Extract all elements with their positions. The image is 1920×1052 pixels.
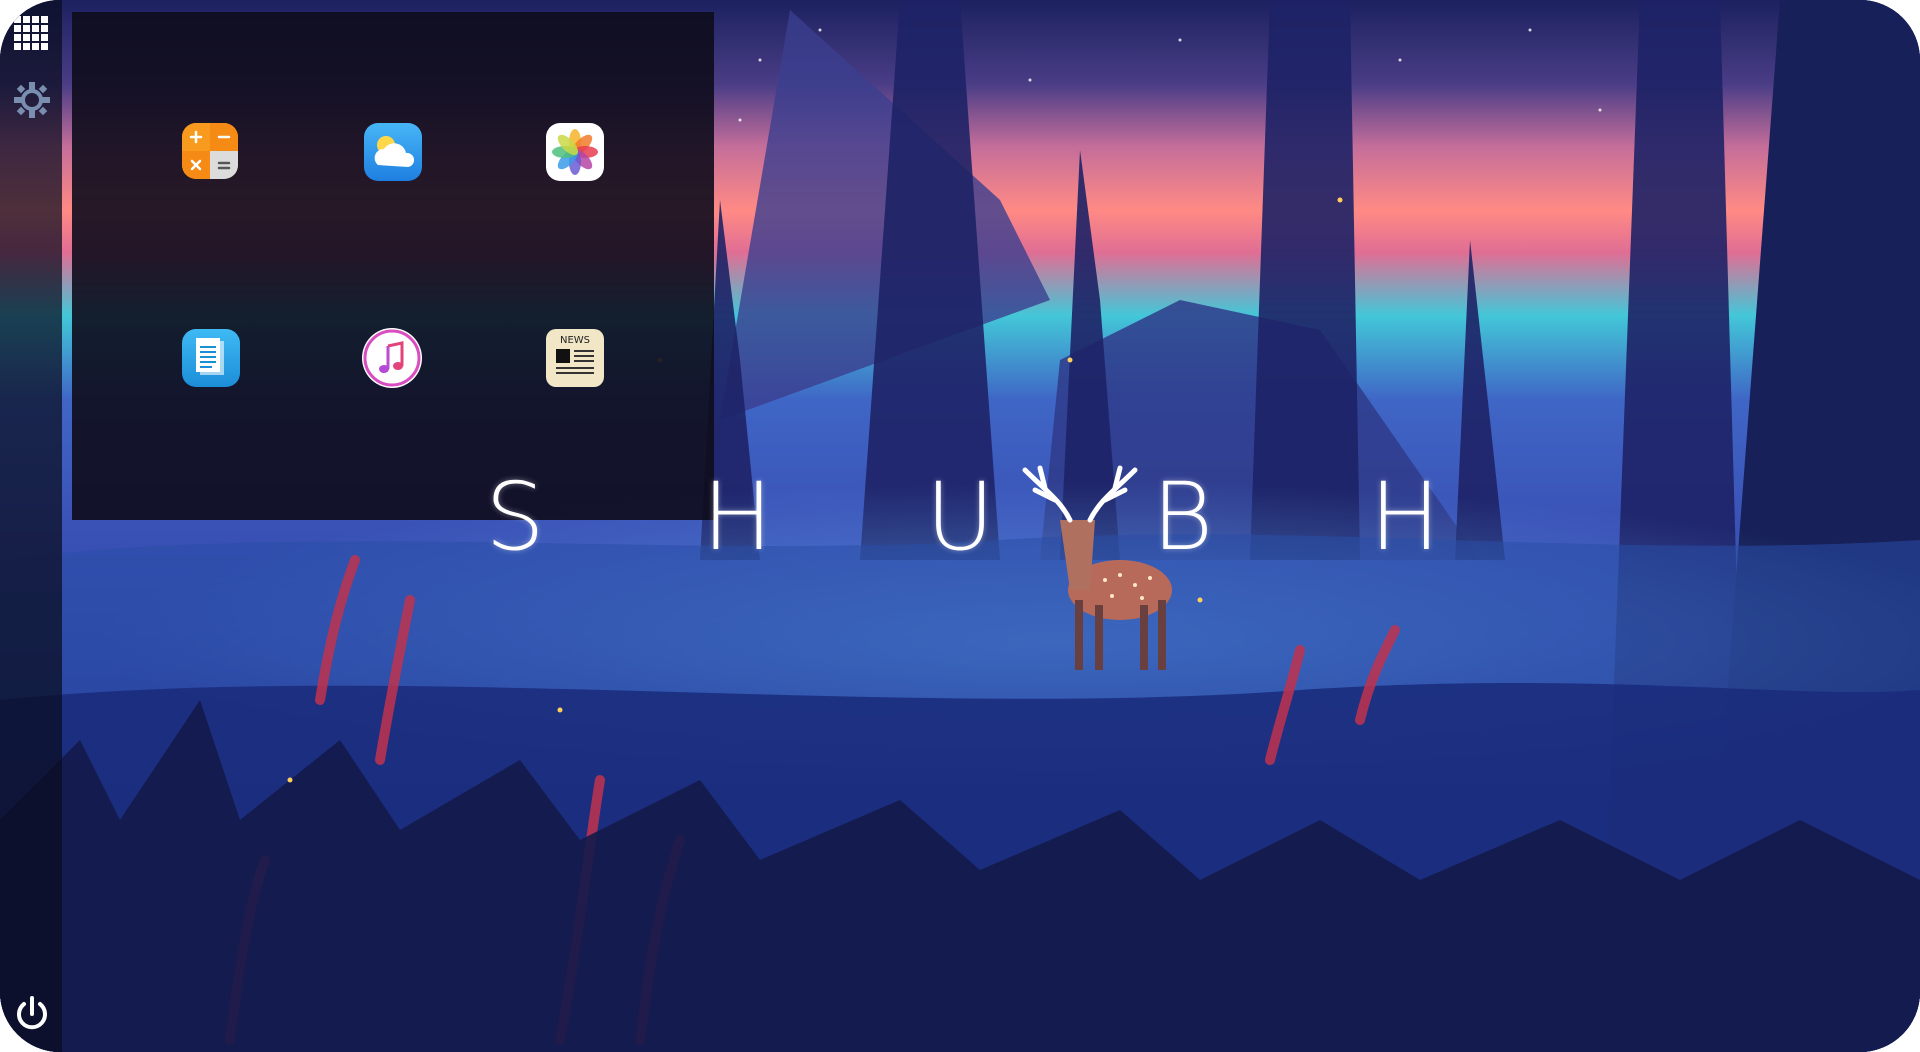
power-icon <box>17 996 47 1030</box>
title-letter-5: H <box>1369 462 1441 572</box>
desktop: NEWS S H U B H <box>0 0 1920 1052</box>
app-grid-button[interactable] <box>10 12 54 56</box>
sidebar <box>0 0 62 1052</box>
title-letter-3: U <box>925 462 995 572</box>
news-icon-label: NEWS <box>559 335 591 346</box>
photos-icon <box>552 129 598 175</box>
desktop-title: S H U B H <box>470 462 1450 572</box>
music-icon <box>363 329 421 387</box>
documents-app[interactable] <box>182 329 240 387</box>
weather-icon <box>374 136 415 167</box>
documents-icon <box>196 338 224 375</box>
music-app[interactable] <box>362 328 422 388</box>
weather-app[interactable] <box>364 123 422 181</box>
calculator-icon <box>182 123 238 179</box>
calculator-app[interactable] <box>182 123 238 179</box>
power-button[interactable] <box>10 992 54 1036</box>
news-app[interactable]: NEWS <box>546 329 604 387</box>
grid-icon <box>14 16 48 50</box>
settings-button[interactable] <box>10 78 54 122</box>
photos-app[interactable] <box>546 123 604 181</box>
title-letter-1: S <box>485 462 545 572</box>
gear-icon <box>14 82 50 118</box>
title-letter-2: H <box>702 462 773 572</box>
app-launcher-panel: NEWS <box>72 12 714 520</box>
title-letter-4: B <box>1151 462 1214 572</box>
